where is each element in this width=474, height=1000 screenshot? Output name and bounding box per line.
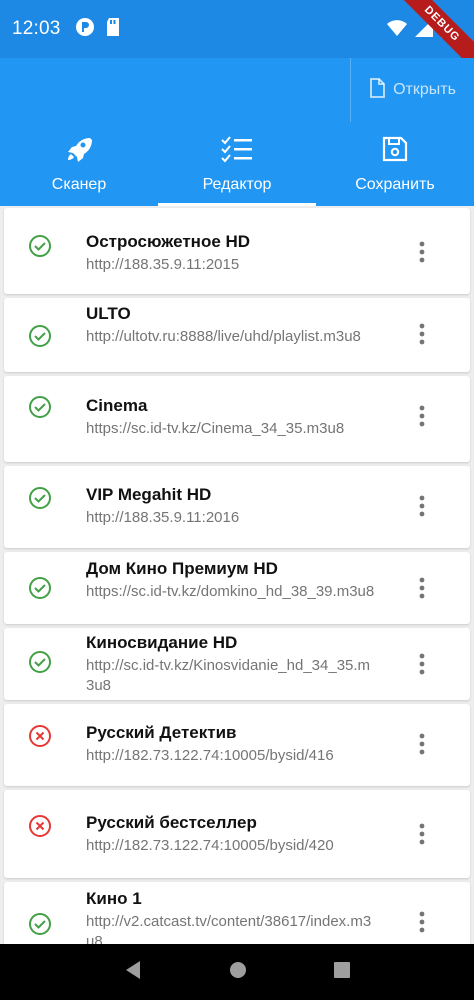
more-vert-icon[interactable] bbox=[410, 238, 434, 266]
tab-save[interactable]: Сохранить bbox=[316, 122, 474, 206]
recents-icon[interactable] bbox=[334, 961, 351, 983]
list-item[interactable]: Остросюжетное HD http://188.35.9.11:2015 bbox=[4, 208, 470, 294]
tab-save-label: Сохранить bbox=[355, 176, 435, 193]
list-item-text: ULTO http://ultotv.ru:8888/live/uhd/play… bbox=[86, 303, 376, 347]
home-icon[interactable] bbox=[229, 961, 247, 984]
channel-url: http://sc.id-tv.kz/Kinosvidanie_hd_34_35… bbox=[86, 657, 371, 694]
channel-title: Остросюжетное HD bbox=[86, 232, 251, 251]
status-notification-icons bbox=[75, 17, 121, 42]
channel-url: http://182.73.122.74:10005/bysid/416 bbox=[86, 747, 334, 764]
channel-url: http://ultotv.ru:8888/live/uhd/playlist.… bbox=[86, 328, 361, 345]
channel-url: http://182.73.122.74:10005/bysid/420 bbox=[86, 837, 334, 854]
more-vert-icon[interactable] bbox=[410, 730, 434, 758]
rocket-icon bbox=[64, 134, 94, 164]
file-icon bbox=[369, 77, 385, 103]
save-icon bbox=[382, 134, 408, 164]
check-circle-icon bbox=[28, 486, 52, 510]
list-item[interactable]: Cinema https://sc.id-tv.kz/Cinema_34_35.… bbox=[4, 376, 470, 462]
channel-title: Русский бестселлер bbox=[86, 813, 257, 832]
channel-title: Кино 1 bbox=[86, 889, 142, 908]
sd-card-icon bbox=[105, 17, 121, 42]
tab-bar: Сканер Редактор Сохранить bbox=[0, 122, 474, 206]
tab-scanner-label: Сканер bbox=[51, 176, 107, 193]
status-bar: 12:03 DEBUG bbox=[0, 0, 474, 74]
tab-editor-label: Редактор bbox=[202, 176, 272, 193]
back-icon[interactable] bbox=[124, 960, 142, 985]
notification-app-icon bbox=[75, 17, 95, 42]
check-circle-icon bbox=[28, 324, 52, 348]
tab-scanner[interactable]: Сканер bbox=[0, 122, 158, 206]
status-time: 12:03 bbox=[12, 18, 61, 39]
list-item[interactable]: VIP Megahit HD http://188.35.9.11:2016 bbox=[4, 466, 470, 548]
more-vert-icon[interactable] bbox=[410, 320, 434, 348]
check-circle-icon bbox=[28, 234, 52, 258]
list-item-text: Cinema https://sc.id-tv.kz/Cinema_34_35.… bbox=[86, 395, 376, 439]
more-vert-icon[interactable] bbox=[410, 650, 434, 678]
list-item-text: Остросюжетное HD http://188.35.9.11:2015 bbox=[86, 231, 376, 275]
list-item-text: Киносвидание HD http://sc.id-tv.kz/Kinos… bbox=[86, 632, 376, 696]
list-item-text: Кино 1 http://v2.catcast.tv/content/3861… bbox=[86, 888, 376, 944]
list-item[interactable]: Дом Кино Премиум HD https://sc.id-tv.kz/… bbox=[4, 552, 470, 624]
error-circle-icon bbox=[28, 724, 52, 748]
more-vert-icon[interactable] bbox=[410, 402, 434, 430]
check-circle-icon bbox=[28, 650, 52, 674]
channel-title: Дом Кино Премиум HD bbox=[86, 559, 278, 578]
more-vert-icon[interactable] bbox=[410, 574, 434, 602]
checklist-icon bbox=[221, 134, 253, 164]
list-item-text: Русский бестселлер http://182.73.122.74:… bbox=[86, 812, 376, 856]
app-bar: Открыть Сканер Редактор Сохранить bbox=[0, 58, 474, 206]
channel-url: http://188.35.9.11:2016 bbox=[86, 509, 240, 526]
more-vert-icon[interactable] bbox=[410, 820, 434, 848]
tab-editor[interactable]: Редактор bbox=[158, 122, 316, 206]
check-circle-icon bbox=[28, 576, 52, 600]
channel-title: Cinema bbox=[86, 396, 148, 415]
channel-url: https://sc.id-tv.kz/domkino_hd_38_39.m3u… bbox=[86, 583, 375, 600]
channel-url: https://sc.id-tv.kz/Cinema_34_35.m3u8 bbox=[86, 420, 345, 437]
list-item[interactable]: Киносвидание HD http://sc.id-tv.kz/Kinos… bbox=[4, 628, 470, 700]
channel-title: VIP Megahit HD bbox=[86, 485, 212, 504]
open-button-label: Открыть bbox=[393, 81, 456, 98]
list-item[interactable]: Русский бестселлер http://182.73.122.74:… bbox=[4, 790, 470, 878]
channel-url: http://188.35.9.11:2015 bbox=[86, 256, 240, 273]
channel-title: ULTO bbox=[86, 304, 131, 323]
list-item-text: Дом Кино Премиум HD https://sc.id-tv.kz/… bbox=[86, 558, 376, 602]
system-nav-bar bbox=[0, 944, 474, 1000]
channel-title: Русский Детектив bbox=[86, 723, 237, 742]
list-item-text: VIP Megahit HD http://188.35.9.11:2016 bbox=[86, 484, 376, 528]
channel-list: Остросюжетное HD http://188.35.9.11:2015… bbox=[0, 206, 474, 944]
channel-url: http://v2.catcast.tv/content/38617/index… bbox=[86, 913, 372, 944]
check-circle-icon bbox=[28, 395, 52, 419]
error-circle-icon bbox=[28, 814, 52, 838]
more-vert-icon[interactable] bbox=[410, 908, 434, 936]
list-item-text: Русский Детектив http://182.73.122.74:10… bbox=[86, 722, 376, 766]
wifi-icon bbox=[387, 19, 407, 42]
open-button[interactable]: Открыть bbox=[350, 58, 474, 122]
list-item[interactable]: ULTO http://ultotv.ru:8888/live/uhd/play… bbox=[4, 298, 470, 372]
channel-title: Киносвидание HD bbox=[86, 633, 238, 652]
list-item[interactable]: Русский Детектив http://182.73.122.74:10… bbox=[4, 704, 470, 786]
more-vert-icon[interactable] bbox=[410, 492, 434, 520]
list-item[interactable]: Кино 1 http://v2.catcast.tv/content/3861… bbox=[4, 882, 470, 944]
check-circle-icon bbox=[28, 912, 52, 936]
